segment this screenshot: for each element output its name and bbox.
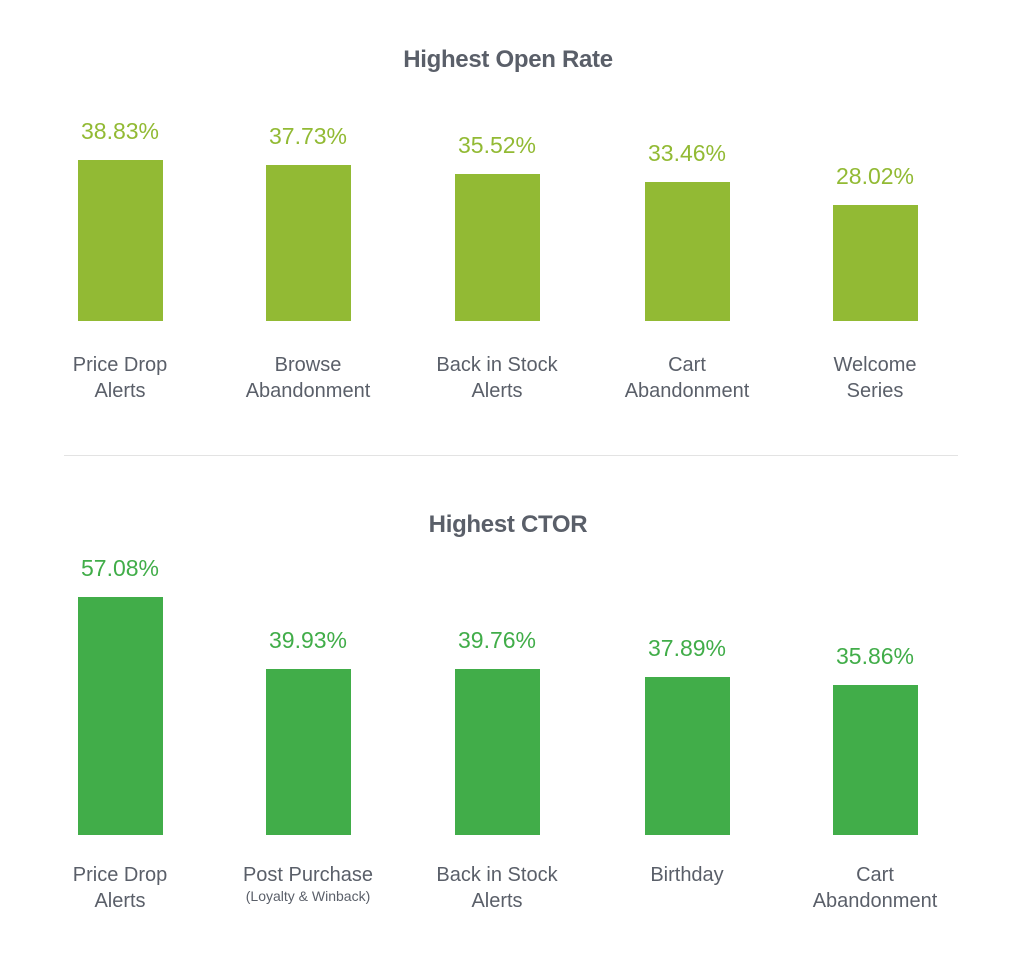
data-label: 28.02%	[835, 163, 914, 189]
category-label-line1: Browse	[274, 354, 342, 376]
category-label-line2: Alerts	[471, 890, 523, 912]
category-sublabel: (Loyalty & Winback)	[245, 888, 371, 904]
bar	[833, 685, 918, 835]
data-label: 38.83%	[80, 118, 159, 144]
chart-title-ctor: Highest CTOR	[428, 511, 588, 538]
section-divider	[64, 455, 958, 456]
category-label-line2: Alerts	[94, 890, 146, 912]
category-label-line1: Price Drop	[72, 354, 168, 376]
category-label-line2: Abandonment	[624, 380, 750, 402]
category-label: Welcome Series	[780, 352, 970, 404]
data-label: 35.86%	[835, 643, 914, 669]
bar	[266, 669, 351, 835]
category-label: Post Purchase (Loyalty & Winback)	[213, 862, 403, 904]
data-label: 57.08%	[80, 555, 159, 581]
category-label-line1: Welcome	[833, 354, 917, 376]
category-label: Birthday	[592, 862, 782, 888]
bar	[78, 160, 163, 321]
bar	[645, 182, 730, 321]
category-label: Cart Abandonment	[592, 352, 782, 404]
chart-title-open-rate: Highest Open Rate	[403, 46, 613, 73]
bar	[645, 677, 730, 835]
data-label: 39.76%	[457, 627, 536, 653]
category-label: Back in Stock Alerts	[402, 862, 592, 914]
category-label-line2: Alerts	[94, 380, 146, 402]
bar	[455, 669, 540, 835]
category-label-line2: Abandonment	[245, 380, 371, 402]
category-label: Price Drop Alerts	[25, 862, 215, 914]
category-label-line1: Price Drop	[72, 864, 168, 886]
category-label-line1: Back in Stock	[436, 864, 558, 886]
bar	[833, 205, 918, 321]
category-label: Back in Stock Alerts	[402, 352, 592, 404]
data-label: 33.46%	[647, 140, 726, 166]
bar	[78, 597, 163, 835]
data-label: 37.73%	[268, 123, 347, 149]
bar	[266, 165, 351, 321]
data-label: 39.93%	[268, 627, 347, 653]
category-label-line1: Birthday	[650, 864, 724, 886]
category-label-line2: Series	[846, 380, 904, 402]
category-label: Cart Abandonment	[780, 862, 970, 914]
category-label-line1: Post Purchase	[242, 864, 374, 886]
category-label-line1: Cart	[668, 354, 706, 376]
category-label-line1: Back in Stock	[436, 354, 558, 376]
bar	[455, 174, 540, 321]
data-label: 37.89%	[647, 635, 726, 661]
category-label: Browse Abandonment	[213, 352, 403, 404]
data-label: 35.52%	[457, 132, 536, 158]
category-label: Price Drop Alerts	[25, 352, 215, 404]
category-label-line1: Cart	[856, 864, 894, 886]
category-label-line2: Abandonment	[812, 890, 938, 912]
category-label-line2: Alerts	[471, 380, 523, 402]
